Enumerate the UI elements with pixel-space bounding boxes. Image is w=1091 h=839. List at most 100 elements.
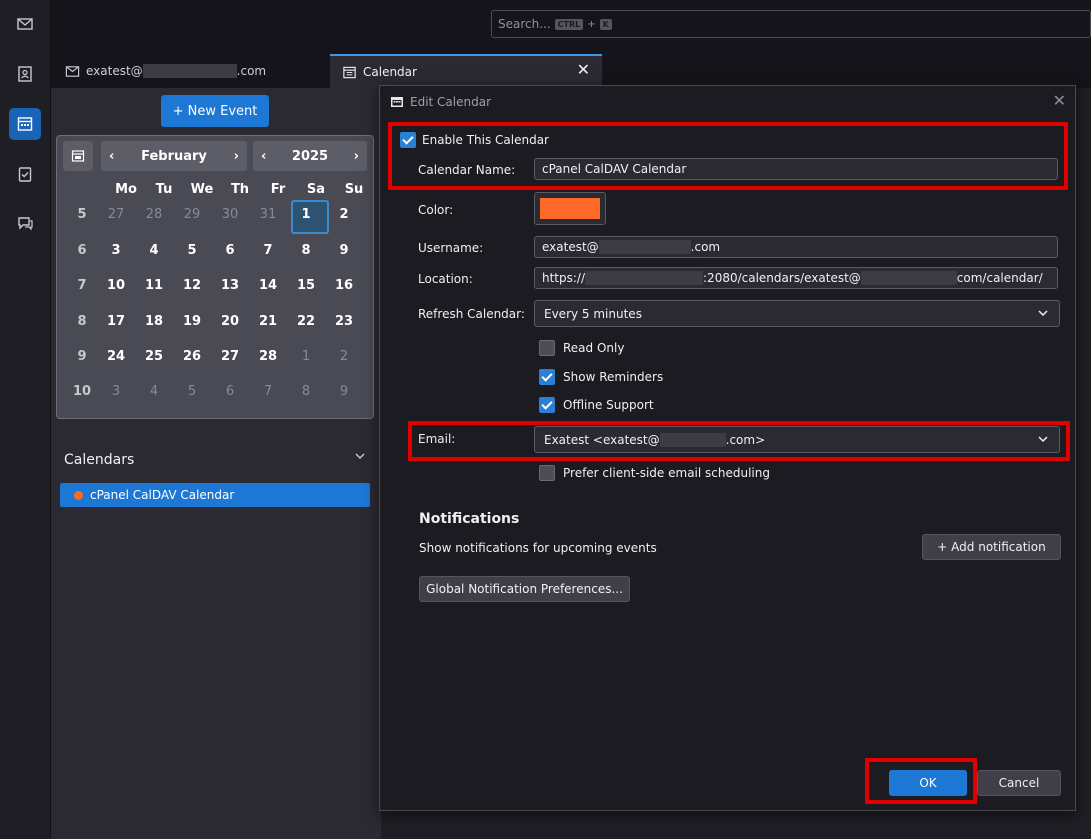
- day-cell[interactable]: 23: [325, 314, 363, 329]
- redacted-text: [598, 240, 691, 254]
- username-field[interactable]: exatest@ .com: [534, 236, 1058, 258]
- day-cell[interactable]: 1: [287, 207, 325, 222]
- close-icon[interactable]: ✕: [1053, 91, 1066, 110]
- year-selector: ‹ 2025 ›: [253, 141, 367, 171]
- prev-month-icon[interactable]: ‹: [109, 149, 114, 164]
- address-book-icon[interactable]: [9, 58, 41, 90]
- weekday: Fr: [270, 182, 286, 197]
- day-cell[interactable]: 16: [325, 278, 363, 293]
- week-row: 9 24 25 26 27 28 1 2: [67, 349, 363, 364]
- add-notification-button[interactable]: + Add notification: [922, 534, 1061, 560]
- calendar-icon: [391, 97, 403, 107]
- username-label: Username:: [418, 241, 484, 255]
- global-notification-preferences-button[interactable]: Global Notification Preferences...: [419, 576, 630, 602]
- edit-calendar-dialog: Edit Calendar ✕ Enable This Calendar Cal…: [379, 85, 1076, 811]
- day-cell[interactable]: 15: [287, 278, 325, 293]
- calendar-list-item[interactable]: cPanel CalDAV Calendar: [60, 483, 370, 507]
- day-cell[interactable]: 2: [325, 207, 363, 222]
- day-cell[interactable]: 27: [97, 207, 135, 222]
- tab-calendar[interactable]: Calendar ✕: [330, 54, 602, 88]
- chat-icon[interactable]: [9, 207, 41, 239]
- day-cell[interactable]: 13: [211, 278, 249, 293]
- day-cell[interactable]: 4: [135, 243, 173, 258]
- day-cell[interactable]: 11: [135, 278, 173, 293]
- tasks-icon[interactable]: [9, 158, 41, 190]
- day-cell[interactable]: 21: [249, 314, 287, 329]
- tab-bar: exatest@ .com Calendar ✕: [51, 48, 1091, 88]
- day-cell[interactable]: 9: [325, 384, 363, 399]
- next-month-icon[interactable]: ›: [234, 149, 239, 164]
- day-cell[interactable]: 24: [97, 349, 135, 364]
- read-only-checkbox[interactable]: [539, 340, 555, 356]
- day-cell[interactable]: 26: [173, 349, 211, 364]
- day-cell[interactable]: 5: [173, 243, 211, 258]
- username-start: exatest@: [542, 240, 599, 254]
- prev-year-icon[interactable]: ‹: [261, 149, 266, 164]
- day-cell[interactable]: 4: [135, 384, 173, 399]
- location-field[interactable]: https:// :2080/calendars/exatest@ com/ca…: [534, 267, 1058, 289]
- email-select[interactable]: Exatest <exatest@ .com>: [534, 426, 1060, 453]
- today-button[interactable]: [63, 141, 93, 171]
- day-cell[interactable]: 31: [249, 207, 287, 222]
- day-cell[interactable]: 2: [325, 349, 363, 364]
- day-cell[interactable]: 6: [211, 384, 249, 399]
- weekday: Tu: [155, 182, 173, 197]
- calendar-icon[interactable]: [9, 108, 41, 140]
- ok-button[interactable]: OK: [889, 770, 967, 796]
- day-cell[interactable]: 8: [287, 243, 325, 258]
- day-cell[interactable]: 30: [211, 207, 249, 222]
- day-cell[interactable]: 3: [97, 384, 135, 399]
- day-cell[interactable]: 22: [287, 314, 325, 329]
- shortcut-k: K: [599, 18, 612, 30]
- day-cell[interactable]: 9: [325, 243, 363, 258]
- calendar-name-field[interactable]: cPanel CalDAV Calendar: [534, 158, 1058, 180]
- cancel-button[interactable]: Cancel: [977, 770, 1061, 796]
- tab-mail-label-start: exatest@: [86, 64, 143, 78]
- day-cell[interactable]: 5: [173, 384, 211, 399]
- month-label: February: [141, 148, 207, 164]
- day-cell[interactable]: 28: [135, 207, 173, 222]
- day-cell[interactable]: 19: [173, 314, 211, 329]
- day-cell[interactable]: 29: [173, 207, 211, 222]
- enable-calendar-checkbox[interactable]: [400, 132, 416, 148]
- calendars-section-title: Calendars: [64, 452, 135, 468]
- prefer-client-checkbox[interactable]: [539, 465, 555, 481]
- day-cell[interactable]: 14: [249, 278, 287, 293]
- shortcut-plus: +: [587, 18, 596, 30]
- day-cell[interactable]: 8: [287, 384, 325, 399]
- day-cell[interactable]: 17: [97, 314, 135, 329]
- offline-support-label: Offline Support: [563, 398, 654, 412]
- show-reminders-checkbox[interactable]: [539, 369, 555, 385]
- next-year-icon[interactable]: ›: [354, 149, 359, 164]
- read-only-label: Read Only: [563, 341, 625, 355]
- day-cell[interactable]: 18: [135, 314, 173, 329]
- day-cell[interactable]: 20: [211, 314, 249, 329]
- new-event-button[interactable]: + New Event: [161, 95, 269, 127]
- day-cell[interactable]: 28: [249, 349, 287, 364]
- location-part: https://: [542, 271, 586, 285]
- close-tab-icon[interactable]: ✕: [577, 60, 590, 79]
- day-cell[interactable]: 3: [97, 243, 135, 258]
- day-cell[interactable]: 10: [97, 278, 135, 293]
- chevron-down-icon[interactable]: [354, 450, 366, 466]
- day-cell[interactable]: 12: [173, 278, 211, 293]
- search-input[interactable]: Search... CTRL + K: [491, 10, 1091, 38]
- day-cell[interactable]: 7: [249, 243, 287, 258]
- offline-support-checkbox[interactable]: [539, 397, 555, 413]
- refresh-select[interactable]: Every 5 minutes: [534, 300, 1060, 327]
- mail-icon[interactable]: [9, 8, 41, 40]
- day-cell[interactable]: 1: [287, 349, 325, 364]
- location-label: Location:: [418, 272, 473, 286]
- enable-calendar-label: Enable This Calendar: [422, 133, 549, 147]
- color-swatch: [540, 198, 600, 219]
- location-part: com/calendar/: [956, 271, 1043, 285]
- day-cell[interactable]: 25: [135, 349, 173, 364]
- spaces-rail: [0, 0, 51, 839]
- day-cell[interactable]: 27: [211, 349, 249, 364]
- color-picker[interactable]: [534, 192, 606, 225]
- day-cell[interactable]: 6: [211, 243, 249, 258]
- week-number: 5: [77, 207, 87, 222]
- tab-mail[interactable]: exatest@ .com: [53, 54, 325, 88]
- weekday: We: [190, 182, 214, 197]
- day-cell[interactable]: 7: [249, 384, 287, 399]
